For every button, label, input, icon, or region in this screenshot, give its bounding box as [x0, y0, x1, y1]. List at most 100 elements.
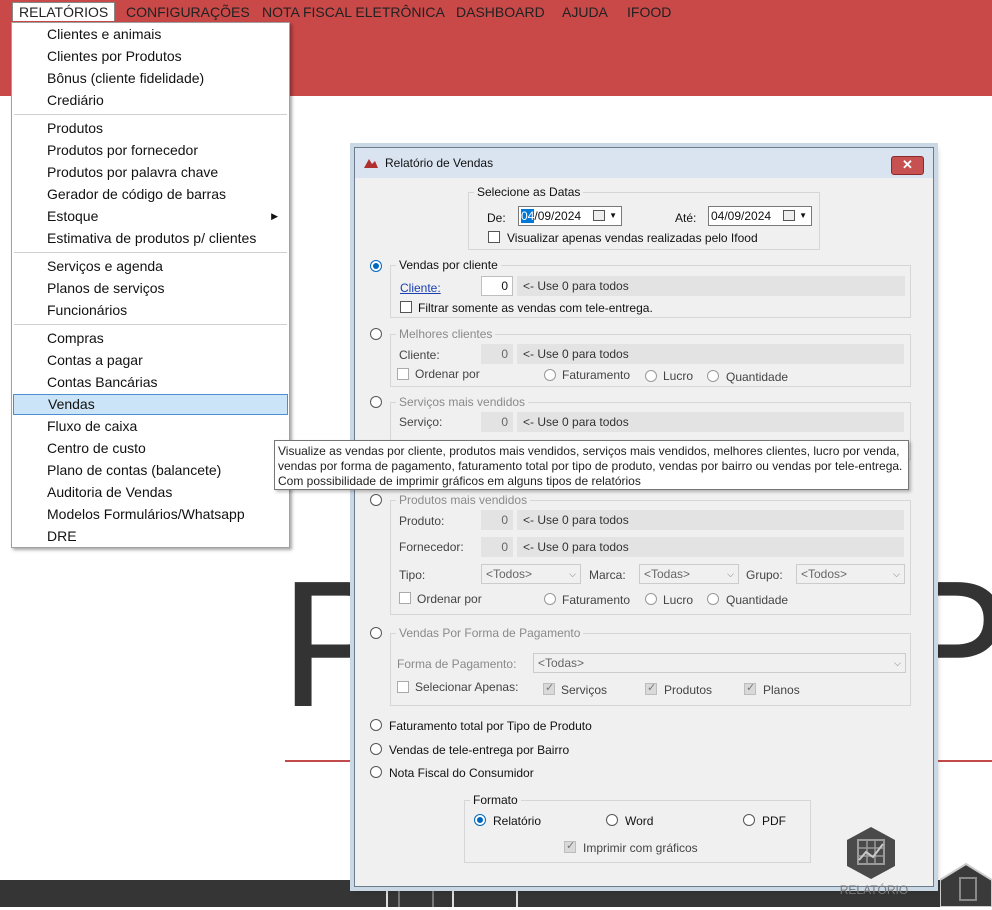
pagamento-radio[interactable]	[370, 627, 382, 639]
menu-item-estimativa[interactable]: Estimativa de produtos p/ clientes	[13, 228, 288, 249]
chevron-down-icon: ⌵	[894, 658, 901, 668]
menu-item-clientes-produtos[interactable]: Clientes por Produtos	[13, 46, 288, 67]
menu-nota-fiscal[interactable]: NOTA FISCAL ELETRÔNICA	[256, 3, 451, 21]
marca-select[interactable]: <Todas> ⌵	[639, 564, 739, 584]
produtos-radio[interactable]	[370, 494, 382, 506]
menu-item-contas-bancarias[interactable]: Contas Bancárias	[13, 372, 288, 393]
menu-separator	[14, 114, 287, 115]
melhores-quantidade-radio[interactable]	[707, 370, 719, 382]
melhores-lucro-radio[interactable]	[645, 370, 657, 382]
from-date-picker[interactable]: 04/09/2024 ▼	[518, 206, 622, 226]
calendar-icon[interactable]	[593, 210, 605, 221]
produtos-lucro-radio[interactable]	[645, 593, 657, 605]
servico-code[interactable]: 0	[481, 412, 513, 432]
formato-label: Formato	[470, 793, 521, 807]
tipo-select[interactable]: <Todos> ⌵	[481, 564, 581, 584]
menu-item-servicos-agenda[interactable]: Serviços e agenda	[13, 256, 288, 277]
pagamento-servicos-checkbox[interactable]	[543, 681, 555, 695]
gerar-relatorio-button[interactable]: RELATÓRIO	[835, 826, 915, 901]
pagamento-planos-checkbox[interactable]	[744, 681, 756, 695]
footer-document-icon[interactable]	[939, 862, 992, 908]
melhores-clientes-radio[interactable]	[370, 328, 382, 340]
menu-item-modelos[interactable]: Modelos Formulários/Whatsapp	[13, 504, 288, 525]
menu-item-funcionarios[interactable]: Funcionários	[13, 300, 288, 321]
servicos-radio[interactable]	[370, 396, 382, 408]
menu-separator	[14, 324, 287, 325]
faturamento-tipo-radio[interactable]	[370, 719, 382, 731]
melhores-faturamento-radio[interactable]	[544, 369, 556, 381]
forma-pagamento-select[interactable]: <Todas> ⌵	[533, 653, 906, 673]
menu-item-crediario[interactable]: Crediário	[13, 90, 288, 111]
menu-ajuda[interactable]: AJUDA	[556, 3, 614, 21]
to-label: Até:	[675, 211, 697, 225]
formato-pdf-label: PDF	[762, 814, 786, 828]
tele-entrega-checkbox[interactable]	[400, 301, 412, 313]
melhores-clientes-label: Melhores clientes	[396, 327, 496, 341]
melhores-cliente-field: <- Use 0 para todos	[517, 344, 904, 364]
menu-item-centro-custo[interactable]: Centro de custo	[13, 438, 288, 459]
produtos-quantidade-label: Quantidade	[726, 593, 789, 607]
menu-item-auditoria[interactable]: Auditoria de Vendas	[13, 482, 288, 503]
menu-item-gerador-barras[interactable]: Gerador de código de barras	[13, 184, 288, 205]
app-logo-icon	[364, 159, 378, 168]
fornecedor-code[interactable]: 0	[481, 537, 513, 557]
produto-code[interactable]: 0	[481, 510, 513, 530]
ifood-checkbox[interactable]	[488, 231, 500, 243]
grupo-label: Grupo:	[746, 568, 783, 582]
selecionar-apenas-checkbox[interactable]	[397, 681, 409, 693]
menu-item-fluxo-caixa[interactable]: Fluxo de caixa	[13, 416, 288, 437]
cliente-link[interactable]: Cliente:	[400, 281, 441, 295]
menu-item-produtos-fornecedor[interactable]: Produtos por fornecedor	[13, 140, 288, 161]
produtos-faturamento-label: Faturamento	[562, 593, 631, 607]
menu-item-bonus[interactable]: Bônus (cliente fidelidade)	[13, 68, 288, 89]
chevron-down-icon: ⌵	[569, 569, 576, 579]
formato-pdf-radio[interactable]	[743, 814, 755, 826]
melhores-ordenar-checkbox[interactable]	[397, 368, 409, 380]
menu-relatorios[interactable]: RELATÓRIOS	[12, 2, 116, 21]
menu-item-clientes-animais[interactable]: Clientes e animais	[13, 24, 288, 45]
menu-item-compras[interactable]: Compras	[13, 328, 288, 349]
servicos-label: Serviços mais vendidos	[396, 395, 529, 409]
produtos-faturamento-radio[interactable]	[544, 593, 556, 605]
footer-home-icon[interactable]	[398, 884, 434, 907]
formato-relatorio-radio[interactable]	[474, 814, 486, 826]
to-date-picker[interactable]: 04/09/2024 ▼	[708, 206, 812, 226]
tele-bairro-radio[interactable]	[370, 743, 382, 755]
dialog-titlebar[interactable]: Relatório de Vendas ✕	[355, 148, 933, 178]
chevron-down-icon[interactable]: ▼	[609, 207, 617, 225]
menu-separator	[14, 252, 287, 253]
menu-item-contas-pagar[interactable]: Contas a pagar	[13, 350, 288, 371]
melhores-ordenar-label: Ordenar por	[415, 367, 480, 381]
produtos-quantidade-radio[interactable]	[707, 593, 719, 605]
tipo-label: Tipo:	[399, 568, 426, 582]
imprimir-graficos-checkbox[interactable]	[564, 839, 576, 853]
grupo-select[interactable]: <Todos> ⌵	[796, 564, 905, 584]
menu-configuracoes[interactable]: CONFIGURAÇÕES	[120, 3, 256, 21]
cliente-code-input[interactable]: 0	[481, 276, 513, 296]
melhores-cliente-code[interactable]: 0	[481, 344, 513, 364]
cliente-name-field: <- Use 0 para todos	[517, 276, 905, 296]
menu-item-produtos[interactable]: Produtos	[13, 118, 288, 139]
chevron-down-icon[interactable]: ▼	[799, 207, 807, 225]
to-date-value: 04/09/2024	[711, 209, 772, 223]
menu-ifood[interactable]: IFOOD	[621, 3, 677, 21]
produto-label: Produto:	[399, 514, 445, 528]
menu-item-estoque[interactable]: Estoque ▶	[13, 206, 288, 227]
menu-item-plano-contas[interactable]: Plano de contas (balancete)	[13, 460, 288, 481]
relatorios-dropdown: Clientes e animais Clientes por Produtos…	[11, 22, 290, 548]
produtos-label: Produtos mais vendidos	[396, 493, 531, 507]
menu-item-vendas[interactable]: Vendas	[13, 394, 288, 415]
melhores-cliente-label: Cliente:	[399, 348, 440, 362]
produtos-ordenar-checkbox[interactable]	[399, 592, 411, 604]
submenu-arrow-icon: ▶	[271, 211, 278, 221]
nota-fiscal-radio[interactable]	[370, 766, 382, 778]
menu-dashboard[interactable]: DASHBOARD	[450, 3, 551, 21]
calendar-icon[interactable]	[783, 210, 795, 221]
menu-item-planos-servicos[interactable]: Planos de serviços	[13, 278, 288, 299]
formato-word-radio[interactable]	[606, 814, 618, 826]
close-button[interactable]: ✕	[891, 156, 924, 175]
menu-item-produtos-palavra[interactable]: Produtos por palavra chave	[13, 162, 288, 183]
vendas-cliente-radio[interactable]	[370, 260, 382, 272]
pagamento-produtos-checkbox[interactable]	[645, 681, 657, 695]
menu-item-dre[interactable]: DRE	[13, 526, 288, 547]
